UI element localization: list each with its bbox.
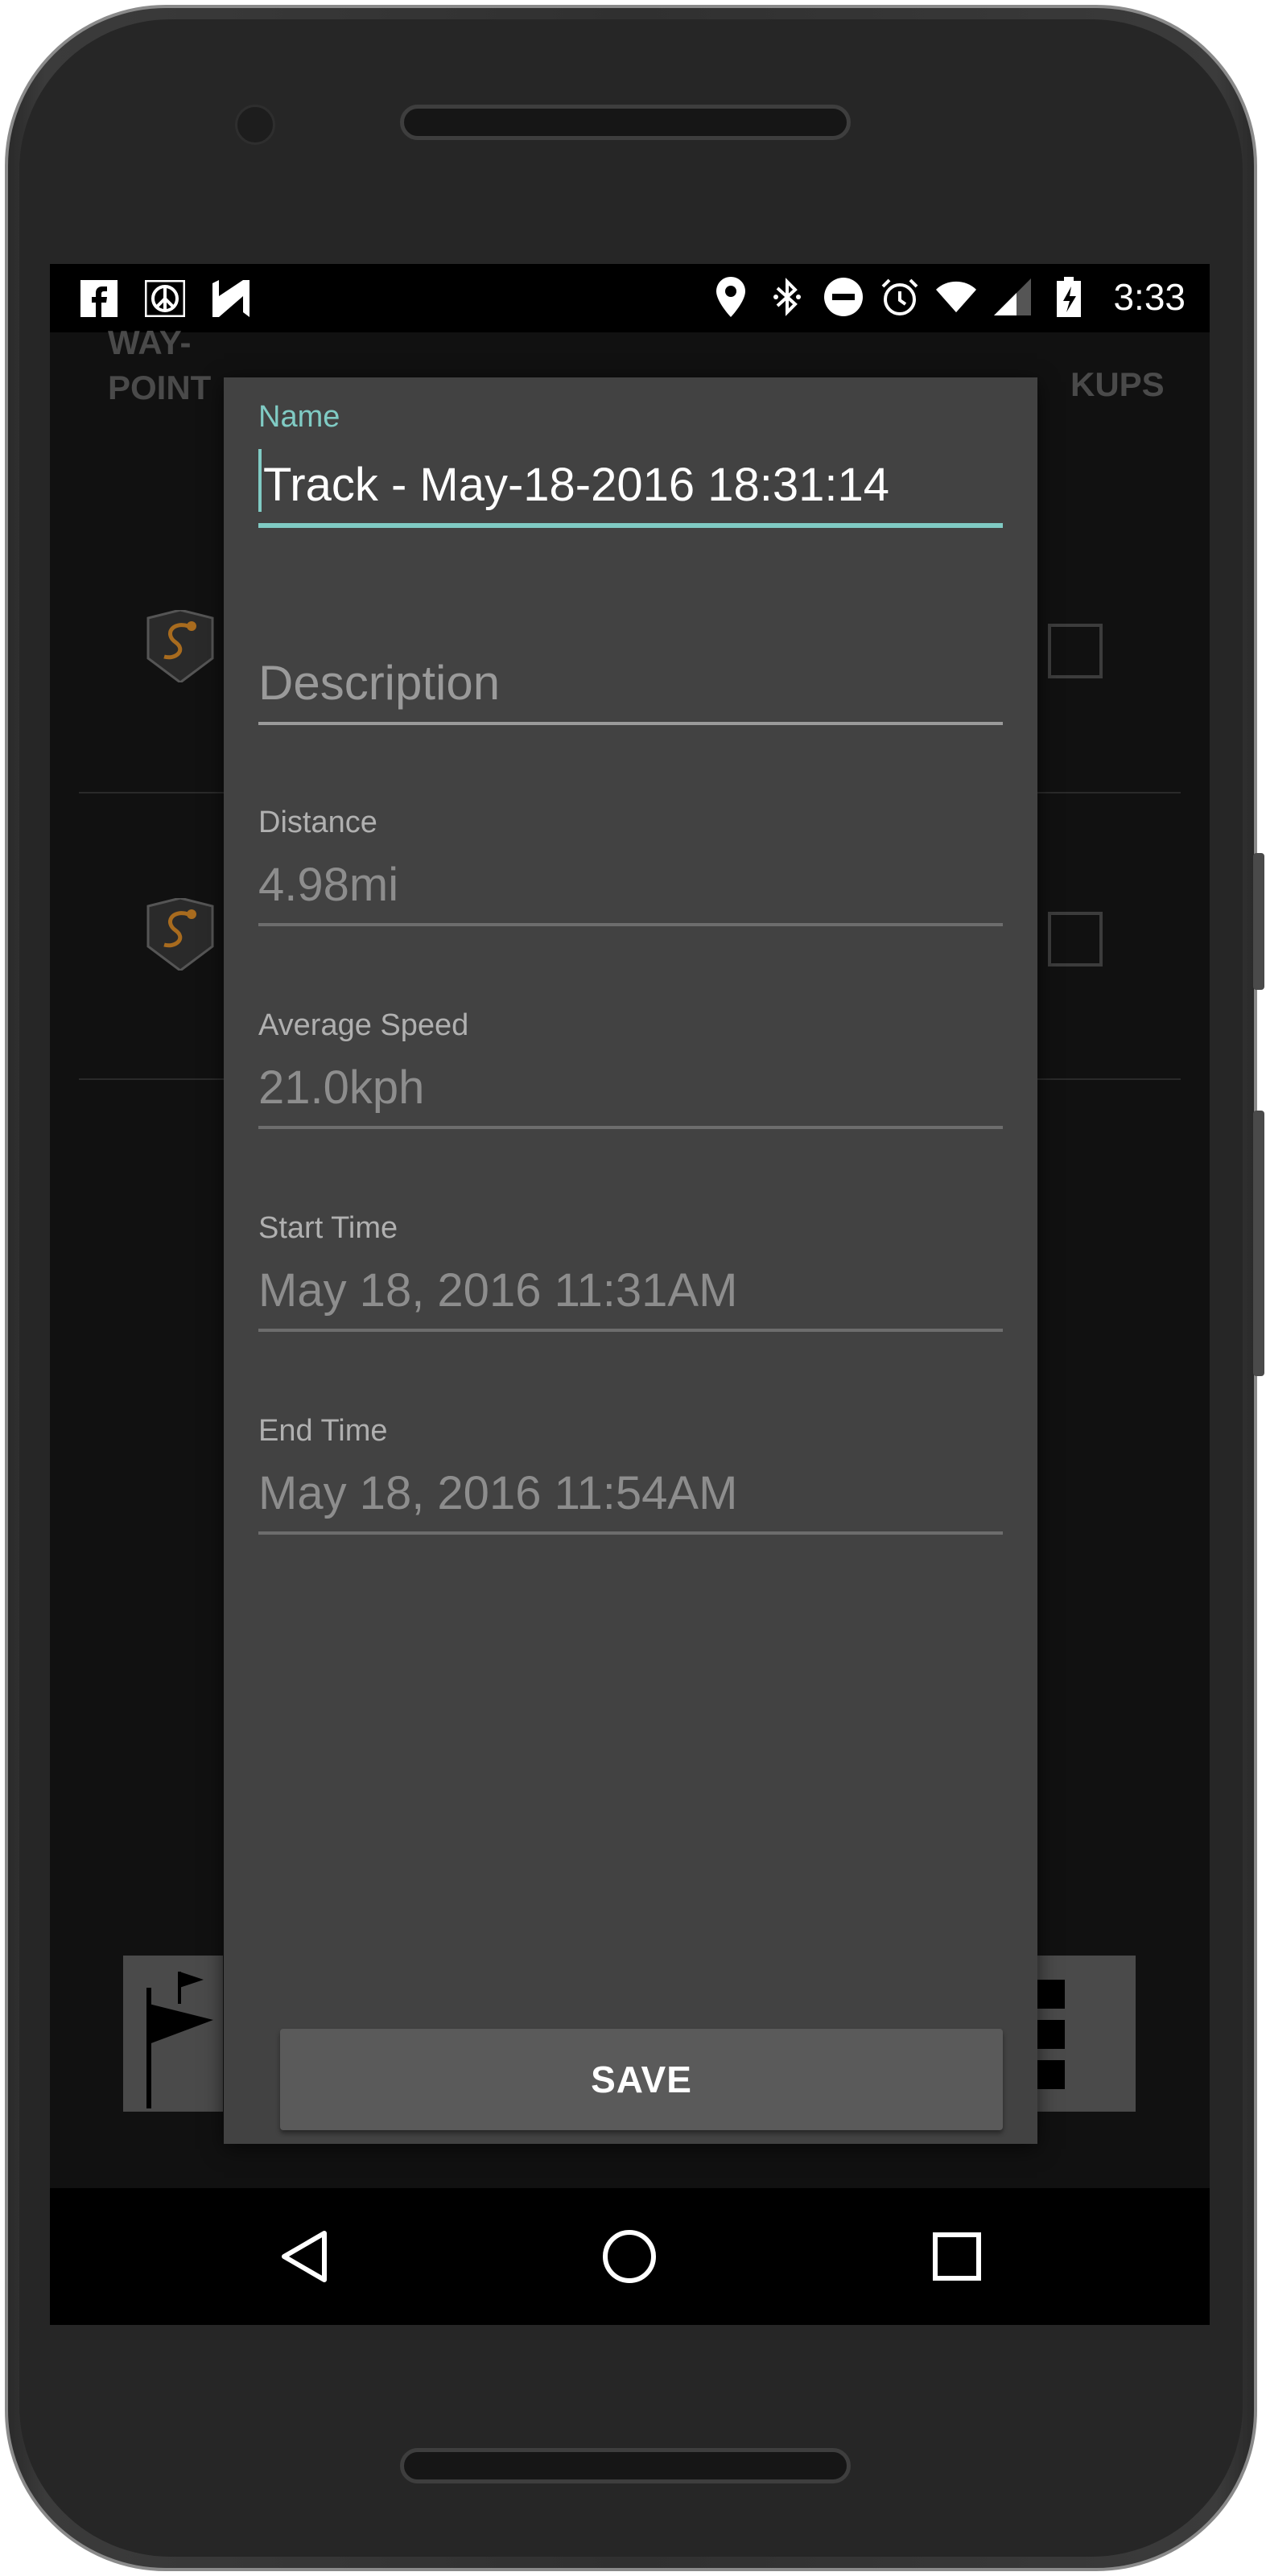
description-field[interactable]: Description [258,655,1003,725]
home-icon[interactable] [597,2224,662,2289]
tab-waypoints-label-line1: WAY- [108,324,192,361]
n-icon [211,278,251,319]
back-icon[interactable] [272,2224,336,2289]
end-time-label: End Time [258,1414,388,1448]
grid-menu-button[interactable] [1036,1956,1136,2112]
power-button [1253,1111,1264,1376]
avg-speed-label: Average Speed [258,1008,469,1042]
facebook-icon [79,278,119,319]
track-icon [146,608,214,684]
status-bar: 3:33 [50,264,1210,332]
avg-speed-value: 21.0kph [258,1061,1003,1129]
volume-button [1253,853,1264,990]
waypoint-flag-button[interactable] [123,1956,223,2112]
front-camera [235,105,275,145]
end-time-value: May 18, 2016 11:54AM [258,1466,1003,1535]
save-button[interactable]: SAVE [280,2029,1003,2130]
navigation-bar [50,2188,1210,2325]
tab-waypoints[interactable]: WAY- POINT [108,320,211,410]
distance-label: Distance [258,806,377,839]
tab-backups[interactable]: KUPS [1070,365,1165,404]
signal-icon [992,277,1033,317]
bluetooth-icon [767,277,807,317]
distance-field: Distance 4.98mi [258,806,1003,926]
name-label: Name [258,400,340,434]
track-edit-dialog: Name Track - May-18-2016 18:31:14 Descri… [224,377,1037,2144]
location-icon [711,277,751,317]
battery-charging-icon [1049,277,1089,317]
screen: 3:33 WAY- POINT KUPS Name Track - May-18… [50,264,1210,2325]
row-checkbox[interactable] [1048,912,1103,967]
start-time-field: Start Time May 18, 2016 11:31AM [258,1211,1003,1332]
earpiece-speaker [400,105,851,140]
do-not-disturb-icon [823,277,864,317]
distance-value: 4.98mi [258,858,1003,926]
name-input[interactable]: Track - May-18-2016 18:31:14 [258,449,1003,528]
status-time: 3:33 [1113,276,1186,318]
recents-icon[interactable] [925,2224,989,2289]
start-time-label: Start Time [258,1211,398,1245]
text-cursor [258,449,262,512]
track-icon [146,896,214,972]
description-input[interactable]: Description [258,655,1003,725]
alarm-icon [880,277,920,317]
name-field[interactable]: Name Track - May-18-2016 18:31:14 [258,400,1003,528]
avg-speed-field: Average Speed 21.0kph [258,1008,1003,1129]
tab-waypoints-label-line2: POINT [108,369,212,406]
start-time-value: May 18, 2016 11:31AM [258,1263,1003,1332]
name-input-text: Track - May-18-2016 18:31:14 [263,459,890,511]
bottom-speaker [400,2448,851,2483]
wifi-icon [936,277,977,317]
end-time-field: End Time May 18, 2016 11:54AM [258,1414,1003,1535]
row-checkbox[interactable] [1048,624,1103,678]
peace-icon [145,278,185,319]
